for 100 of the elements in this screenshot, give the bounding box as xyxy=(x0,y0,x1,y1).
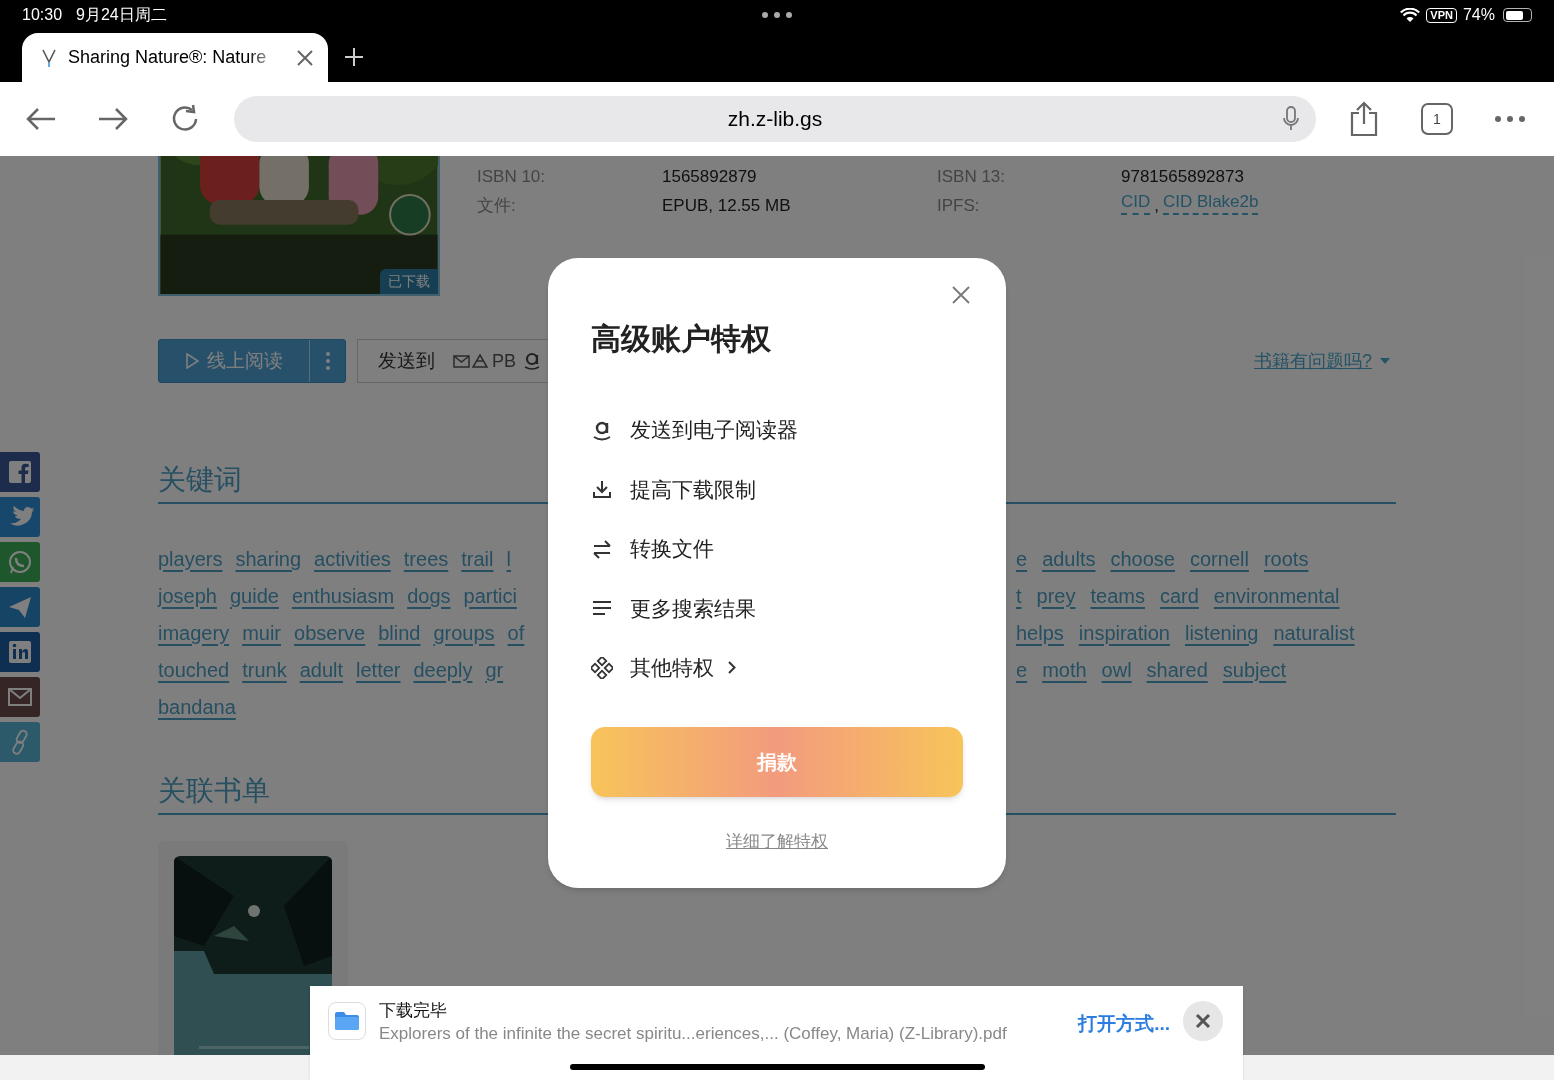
detail-label: ISBN 13: xyxy=(937,166,1007,188)
detail-value: 1565892879 xyxy=(662,166,758,188)
feature-label: 转换文件 xyxy=(630,536,714,562)
chevron-right-icon xyxy=(728,661,736,675)
keyword-link[interactable]: activities xyxy=(314,543,391,574)
status-time: 10:30 xyxy=(22,5,63,25)
smile-icon[interactable] xyxy=(524,351,540,371)
more-icon[interactable] xyxy=(1494,115,1526,123)
wifi-icon xyxy=(1400,7,1421,23)
microphone-icon[interactable] xyxy=(1282,106,1300,132)
pocketbook-label[interactable]: PB xyxy=(492,347,516,375)
keyword-link[interactable]: partici xyxy=(463,580,517,611)
keyword-link[interactable]: adult xyxy=(299,654,343,685)
keyword-link[interactable]: players xyxy=(158,543,223,574)
keyword-link[interactable]: joseph xyxy=(158,580,217,611)
share-button[interactable] xyxy=(0,542,40,582)
detail-value: EPUB, 12.55 MB xyxy=(662,195,792,217)
swap-arrows-icon xyxy=(591,537,613,560)
keyword-link[interactable]: bandana xyxy=(158,691,236,722)
share-button[interactable] xyxy=(0,632,40,672)
more-dots-icon[interactable] xyxy=(761,11,793,19)
file-name: Explorers of the infinite the secret spiritu...eriences,... (Coffey, Maria) (Z-Library).pdf xyxy=(379,1023,1007,1045)
detail-label: IPFS: xyxy=(937,195,981,217)
keyword-link[interactable]: subject xyxy=(1222,654,1287,685)
battery-percent: 74% xyxy=(1462,5,1495,25)
keyword-link[interactable]: trunk xyxy=(242,654,287,685)
keyword-link[interactable]: naturalist xyxy=(1273,617,1355,648)
learn-more-link[interactable]: 详细了解特权 xyxy=(726,828,828,854)
keyword-link[interactable]: observe xyxy=(294,617,366,648)
share-button[interactable] xyxy=(0,677,40,717)
keyword-link[interactable]: listening xyxy=(1185,617,1259,648)
share-icon[interactable] xyxy=(1349,101,1379,137)
keyword-link[interactable]: gr xyxy=(485,654,504,685)
keyword-link[interactable]: cornell xyxy=(1190,543,1249,574)
keyword-link[interactable]: touched xyxy=(158,654,230,685)
downloaded-badge: 已下载 xyxy=(380,269,438,294)
close-button[interactable] xyxy=(1183,1001,1223,1041)
status-date: 9月24日周二 xyxy=(76,5,167,25)
keyword-link[interactable]: imagery xyxy=(158,617,230,648)
keyword-link[interactable]: of xyxy=(507,617,525,648)
diamonds-icon xyxy=(591,656,613,679)
address-bar[interactable]: zh.z-lib.gs xyxy=(234,96,1316,142)
ipfs-link[interactable]: CID xyxy=(1121,191,1151,215)
keyword-link[interactable]: e xyxy=(1016,543,1028,574)
keyword-link[interactable]: teams xyxy=(1090,580,1145,611)
download-title: 下载完毕 xyxy=(379,1000,448,1022)
keyword-link[interactable]: choose xyxy=(1110,543,1175,574)
feature-label: 更多搜索结果 xyxy=(630,595,756,622)
keyword-link[interactable]: environmental xyxy=(1213,580,1340,611)
keyword-link[interactable]: trail xyxy=(461,543,494,574)
keyword-link[interactable]: roots xyxy=(1263,543,1309,574)
keyword-link[interactable]: l xyxy=(506,543,511,574)
battery-icon xyxy=(1503,8,1532,22)
feature-label: 发送到电子阅读器 xyxy=(630,417,798,443)
keyword-link[interactable]: inspiration xyxy=(1078,617,1170,648)
keyword-link[interactable]: adults xyxy=(1042,543,1096,574)
new-tab-icon[interactable] xyxy=(344,47,364,67)
close-icon[interactable] xyxy=(296,48,314,67)
keyword-link[interactable]: trees xyxy=(403,543,449,574)
keyword-link[interactable]: helps xyxy=(1016,617,1064,648)
modal-title: 高级账户特权 xyxy=(591,321,772,357)
back-icon[interactable] xyxy=(25,106,57,132)
detail-label: ISBN 10: xyxy=(477,166,547,188)
more-privileges-link[interactable]: 其他特权 xyxy=(630,652,736,684)
open-with-link[interactable]: 打开方式... xyxy=(1078,1010,1170,1039)
triangle-icon[interactable] xyxy=(472,354,488,368)
folder-icon xyxy=(334,1011,360,1031)
caret-icon xyxy=(1380,358,1390,364)
download-icon xyxy=(591,478,613,501)
play-icon xyxy=(185,353,199,369)
share-button[interactable] xyxy=(0,497,40,537)
ipfs-link[interactable]: CID Blake2b xyxy=(1163,191,1259,215)
keyword-link[interactable]: card xyxy=(1159,580,1199,611)
keyword-link[interactable]: muir xyxy=(242,617,282,648)
keyword-link[interactable]: t xyxy=(1016,580,1022,611)
keyword-link[interactable]: deeply xyxy=(413,654,473,685)
keyword-link[interactable]: dogs xyxy=(407,580,451,611)
keyword-link[interactable]: prey xyxy=(1036,580,1076,611)
keyword-link[interactable]: blind xyxy=(378,617,421,648)
keyword-link[interactable]: sharing xyxy=(235,543,302,574)
keyword-link[interactable]: enthusiasm xyxy=(291,580,395,611)
kebab-icon xyxy=(325,352,330,370)
keyword-link[interactable]: guide xyxy=(229,580,279,611)
browser-tab[interactable]: Sharing Nature®: Nature xyxy=(22,33,328,82)
keyword-link[interactable]: owl xyxy=(1101,654,1132,685)
keyword-link[interactable]: letter xyxy=(356,654,401,685)
donate-button[interactable]: 捐款 xyxy=(591,726,963,797)
section-heading: 关键词 xyxy=(158,464,242,495)
url-text: zh.z-lib.gs xyxy=(727,106,823,133)
close-icon[interactable] xyxy=(952,286,970,304)
forward-icon[interactable] xyxy=(97,106,129,132)
detail-label: 文件: xyxy=(477,195,517,217)
share-button[interactable] xyxy=(0,452,40,492)
keyword-link[interactable]: groups xyxy=(433,617,495,648)
keyword-link[interactable]: moth xyxy=(1042,654,1087,685)
mail-icon[interactable] xyxy=(453,354,470,368)
keyword-link[interactable]: shared xyxy=(1146,654,1208,685)
share-button[interactable] xyxy=(0,587,40,627)
keyword-link[interactable]: e xyxy=(1016,654,1028,685)
tab-count-button[interactable]: 1 xyxy=(1421,103,1453,135)
